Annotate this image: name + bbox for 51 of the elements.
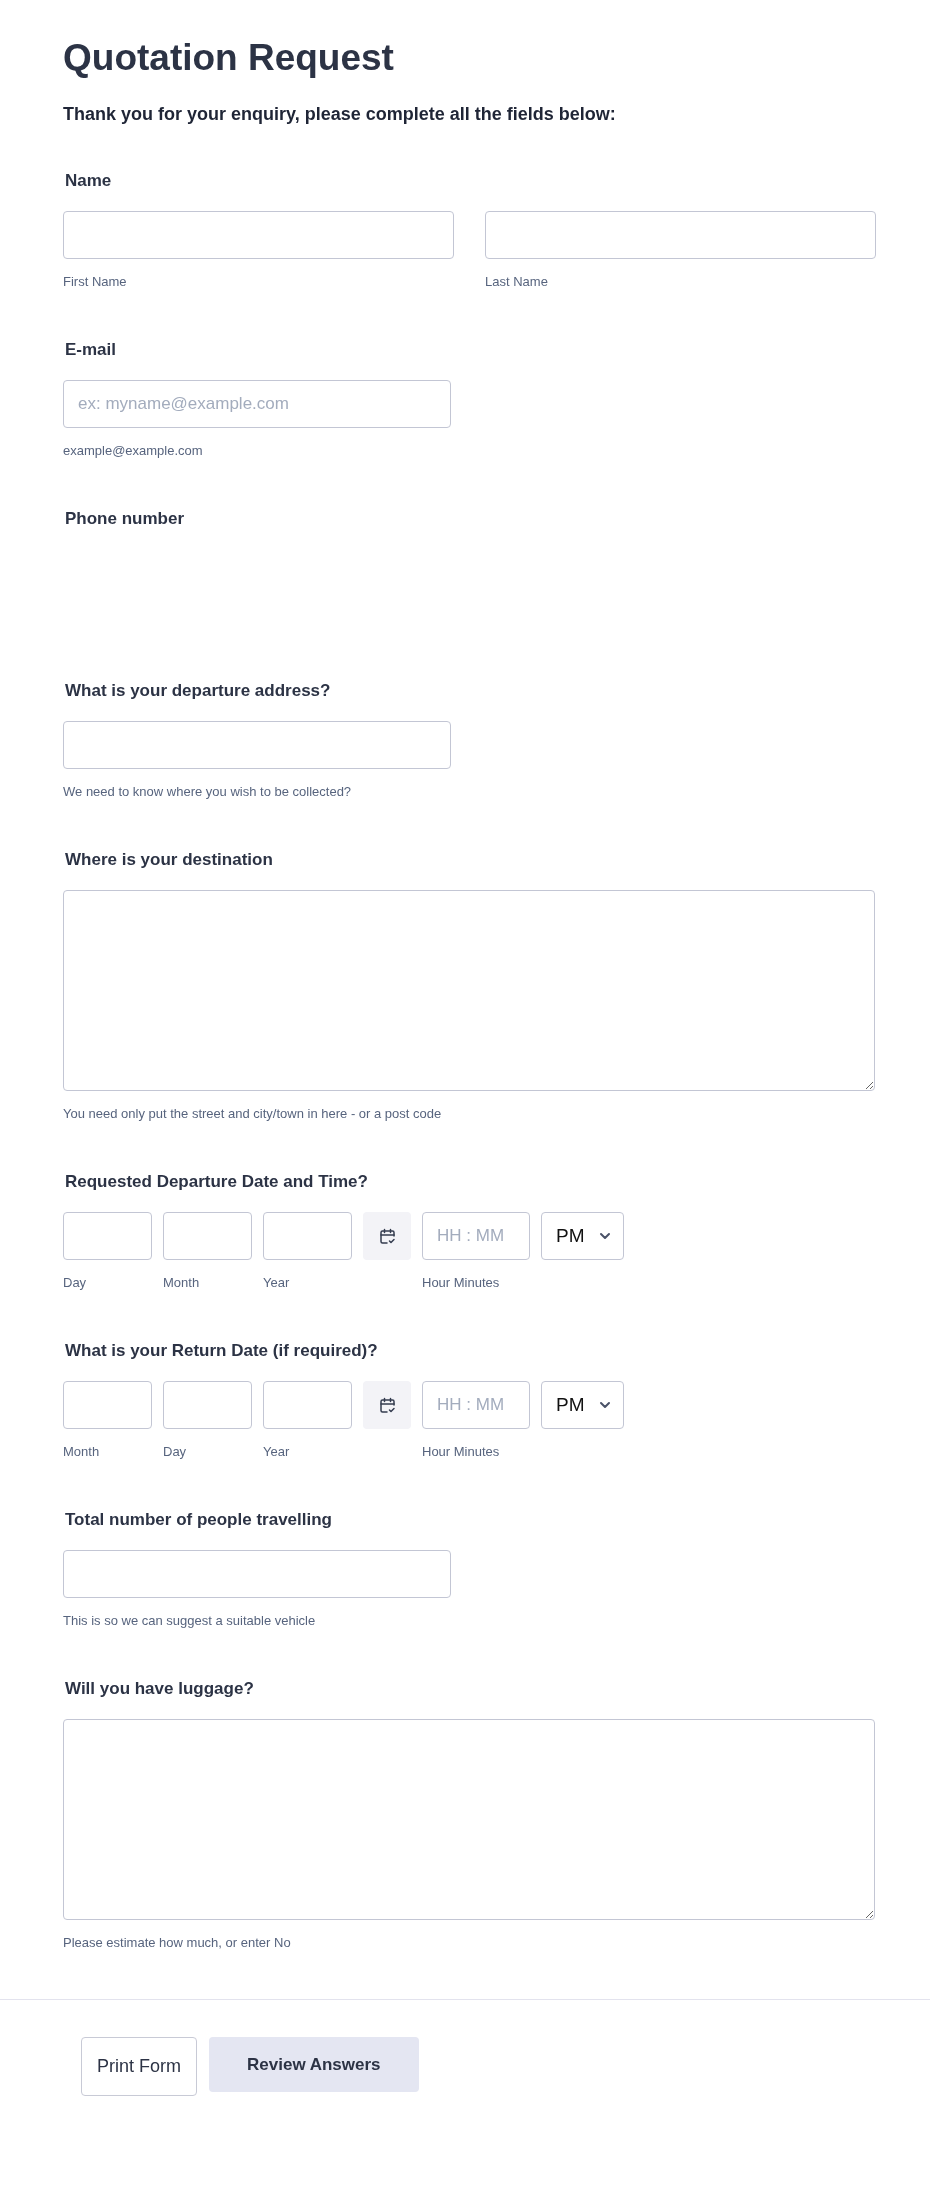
field-hint: Hour Minutes <box>422 1443 501 1461</box>
field-hint: First Name <box>63 273 128 291</box>
field-hint: We need to know where you wish to be collected? <box>63 783 353 801</box>
field-label: Requested Departure Date and Time? <box>65 1171 369 1193</box>
text-area[interactable] <box>63 890 875 1091</box>
text-area[interactable] <box>63 1719 875 1920</box>
field-hint: Day <box>63 1274 88 1292</box>
field-label: Will you have luggage? <box>65 1678 255 1700</box>
input-field[interactable]: HH : MM <box>422 1212 530 1260</box>
input-field[interactable] <box>63 1550 451 1598</box>
calendar-icon <box>378 1227 396 1245</box>
chevron-down-icon <box>599 1232 611 1240</box>
field-hint: You need only put the street and city/town in here - or a post code <box>63 1105 443 1123</box>
review-button[interactable]: Review Answers <box>209 2037 419 2092</box>
input-field[interactable] <box>263 1381 352 1429</box>
input-field[interactable]: HH : MM <box>422 1381 530 1429</box>
input-field[interactable] <box>63 211 454 259</box>
calendar-button[interactable] <box>363 1381 411 1429</box>
print-button[interactable]: Print Form <box>81 2037 197 2096</box>
input-field[interactable] <box>485 211 876 259</box>
field-label: What is your Return Date (if required)? <box>65 1340 379 1362</box>
field-label: E-mail <box>65 339 118 361</box>
chevron-down-icon <box>599 1401 611 1409</box>
field-label: Name <box>65 170 113 192</box>
field-label: Where is your destination <box>65 849 274 871</box>
field-hint: example@example.com <box>63 442 204 460</box>
input-field[interactable]: ex: myname@example.com <box>63 380 451 428</box>
calendar-button[interactable] <box>363 1212 411 1260</box>
period-select[interactable]: PM <box>541 1212 624 1260</box>
input-field[interactable] <box>263 1212 352 1260</box>
field-hint: Year <box>263 1443 291 1461</box>
field-label: Phone number <box>65 508 185 530</box>
field-hint: Month <box>163 1274 201 1292</box>
field-label: Total number of people travelling <box>65 1509 333 1531</box>
field-hint: Day <box>163 1443 188 1461</box>
input-field[interactable] <box>63 1212 152 1260</box>
field-hint: Hour Minutes <box>422 1274 501 1292</box>
field-hint: Year <box>263 1274 291 1292</box>
input-field[interactable] <box>163 1381 252 1429</box>
field-hint: This is so we can suggest a suitable vehicle <box>63 1612 317 1630</box>
calendar-icon <box>378 1396 396 1414</box>
field-hint: Last Name <box>485 273 549 291</box>
input-field[interactable] <box>63 1381 152 1429</box>
field-hint: Month <box>63 1443 101 1461</box>
form-title: Quotation Request <box>63 36 395 80</box>
field-hint: Please estimate how much, or enter No <box>63 1934 292 1952</box>
form-intro: Thank you for your enquiry, please complete all the fields below: <box>63 103 617 126</box>
input-field[interactable] <box>63 721 451 769</box>
field-label: What is your departure address? <box>65 680 332 702</box>
input-field[interactable] <box>163 1212 252 1260</box>
period-select[interactable]: PM <box>541 1381 624 1429</box>
